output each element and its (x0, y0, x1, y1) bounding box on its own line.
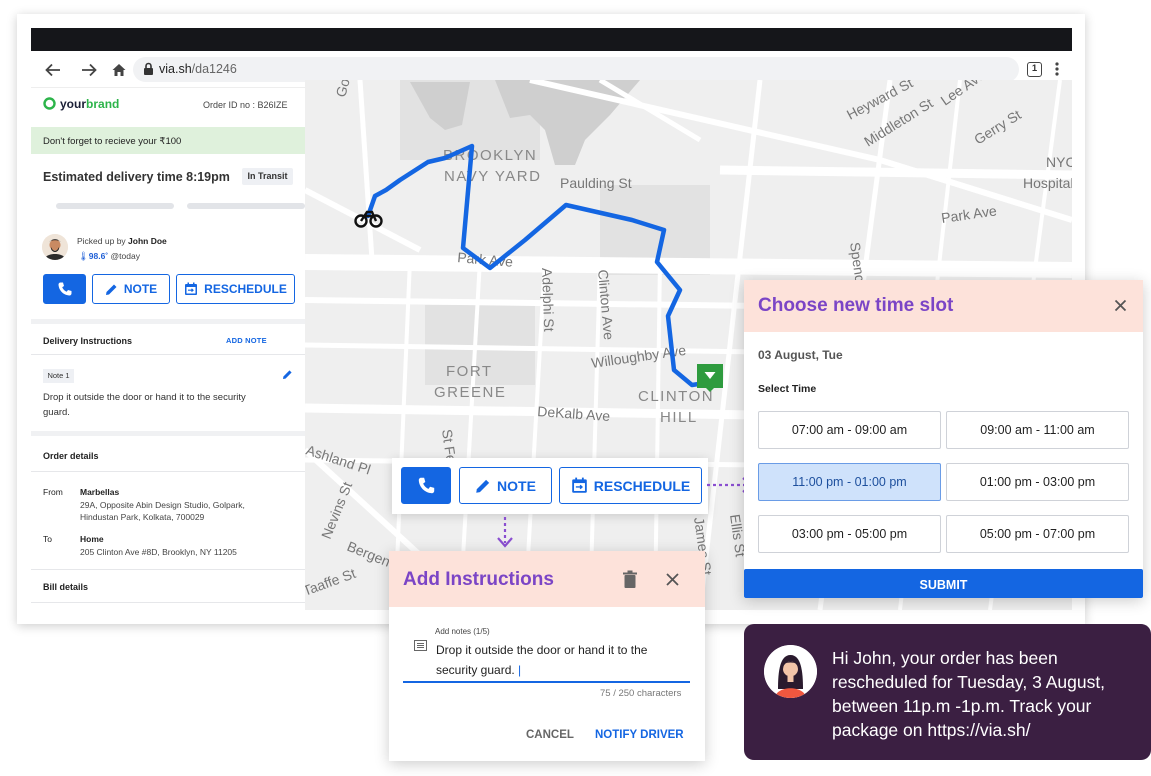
calendar-icon (571, 477, 587, 493)
bike-icon (354, 208, 384, 230)
divider (31, 602, 305, 603)
selected-date: 03 August, Tue (758, 348, 843, 362)
close-icon[interactable] (665, 572, 680, 587)
home-icon[interactable] (110, 61, 130, 79)
progress-segment (187, 203, 305, 209)
progress-segment (56, 203, 174, 209)
note-text: Drop it outside the door or hand it to t… (43, 392, 246, 418)
notify-driver-button[interactable]: NOTIFY DRIVER (595, 729, 684, 741)
svg-text:NYC: NYC (1046, 154, 1072, 170)
pencil-icon (476, 479, 490, 493)
time-slot-option[interactable]: 09:00 am - 11:00 am (946, 411, 1129, 449)
modal-title: Add Instructions (403, 569, 554, 590)
sms-message: Hi John, your order has been rescheduled… (832, 648, 1106, 740)
from-address: Marbellas 29A, Opposite Abin Design Studi… (80, 487, 245, 522)
customer-avatar-icon (764, 645, 817, 698)
modal-title: Choose new time slot (758, 295, 954, 316)
order-id: Order ID no : B26IZE (203, 100, 288, 110)
payment-notice: Don't forget to recieve your ₹100 (31, 127, 305, 154)
brand-logo-icon (43, 97, 56, 110)
bill-details-heading: Bill details (43, 582, 89, 592)
svg-text:NAVY YARD: NAVY YARD (444, 168, 541, 185)
svg-text:FORT: FORT (446, 363, 493, 380)
notes-icon (414, 640, 427, 651)
destination-pin-icon[interactable] (697, 364, 723, 392)
pencil-icon (105, 284, 117, 295)
note-tag: Note 1 (43, 369, 74, 383)
trash-icon[interactable] (622, 570, 638, 589)
add-note-link[interactable]: ADD NOTE (226, 336, 267, 345)
url-field[interactable] (133, 57, 1019, 82)
order-panel (31, 88, 305, 610)
notes-textarea[interactable]: Drop it outside the door or hand it to t… (436, 640, 686, 680)
call-button-large[interactable] (401, 467, 451, 504)
kebab-menu-icon[interactable] (1052, 61, 1062, 77)
phone-icon (58, 282, 71, 296)
svg-text:Hospital: Hospital (1023, 175, 1072, 191)
notes-field-label: Add notes (1/5) (435, 627, 490, 636)
divider (31, 431, 305, 436)
svg-text:Paulding St: Paulding St (560, 175, 632, 191)
time-slot-option[interactable]: 05:00 pm - 07:00 pm (946, 515, 1129, 553)
to-address: Home 205 Clinton Ave #8D, Brooklyn, NY 11… (80, 534, 237, 557)
lock-icon (143, 62, 154, 76)
time-slot-option-selected[interactable]: 11:00 pm - 01:00 pm (758, 463, 941, 501)
reschedule-button-large[interactable]: RESCHEDULE (559, 467, 702, 504)
svg-text:Adelphi St: Adelphi St (539, 268, 557, 332)
back-arrow-icon[interactable] (44, 61, 64, 79)
estimated-delivery-time: Estimated delivery time 8:19pm (43, 170, 230, 184)
divider (31, 319, 305, 324)
driver-temperature: 🌡︎98.6˚ @today (78, 251, 140, 261)
character-count: 75 / 250 characters (600, 688, 682, 699)
textarea-underline (403, 681, 690, 683)
close-icon[interactable] (1114, 299, 1127, 312)
reschedule-button[interactable]: RESCHEDULE (176, 274, 295, 304)
from-label: From (43, 487, 63, 497)
svg-text:BROOKLYN: BROOKLYN (443, 147, 537, 164)
call-button[interactable] (43, 274, 86, 304)
stage: { "browser": { "url_domain": "via.sh", "… (0, 0, 1151, 776)
phone-icon (418, 477, 434, 494)
forward-arrow-icon[interactable] (80, 61, 100, 79)
driver-avatar (42, 234, 68, 260)
note-button-large[interactable]: NOTE (459, 467, 552, 504)
brand-name: yourbrand (60, 97, 120, 111)
time-slot-option[interactable]: 01:00 pm - 03:00 pm (946, 463, 1129, 501)
note-button[interactable]: NOTE (92, 274, 170, 304)
svg-text:HILL: HILL (660, 409, 698, 426)
time-slot-option[interactable]: 03:00 pm - 05:00 pm (758, 515, 941, 553)
submit-button[interactable]: SUBMIT (744, 569, 1143, 598)
svg-text:GREENE: GREENE (434, 384, 506, 401)
divider (31, 569, 305, 570)
edit-pencil-icon[interactable] (282, 369, 293, 380)
tabs-icon[interactable]: 1 (1027, 62, 1042, 77)
select-time-label: Select Time (758, 383, 817, 395)
to-label: To (43, 534, 52, 544)
picked-up-by: Picked up by John Doe (77, 236, 167, 246)
url-text: via.sh/da1246 (159, 62, 237, 76)
divider (31, 354, 305, 355)
browser-tab-strip (31, 28, 1072, 51)
order-details-heading: Order details (43, 451, 99, 461)
calendar-icon (185, 282, 198, 295)
connector-arrow-down-icon (496, 516, 514, 550)
time-slot-option[interactable]: 07:00 am - 09:00 am (758, 411, 941, 449)
cancel-button[interactable]: CANCEL (526, 729, 574, 741)
divider (31, 471, 305, 472)
delivery-instructions-heading: Delivery Instructions (43, 336, 133, 346)
status-badge: In Transit (242, 168, 293, 185)
thermometer-icon: 🌡︎ (78, 251, 89, 261)
